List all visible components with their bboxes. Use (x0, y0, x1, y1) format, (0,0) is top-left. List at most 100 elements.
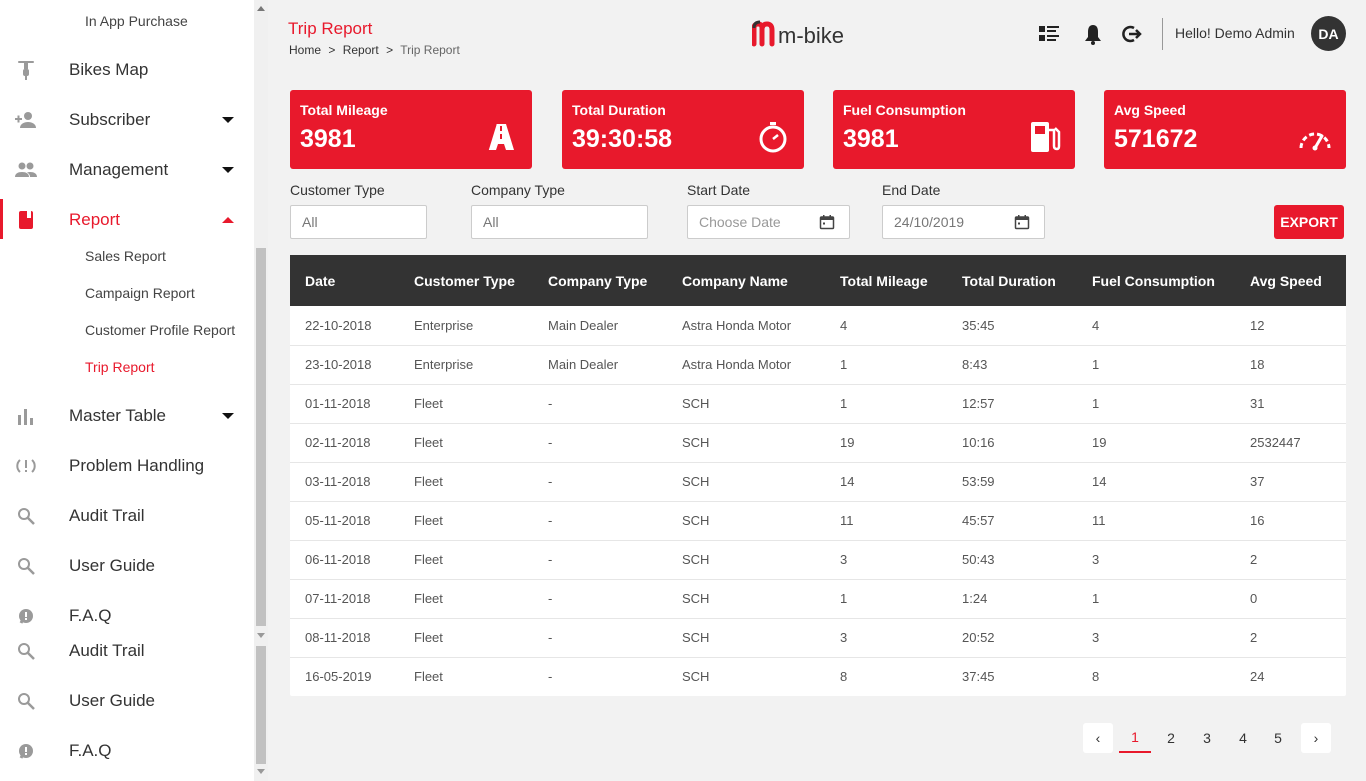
sidebar-item-subscriber[interactable]: Subscriber (0, 104, 254, 136)
pagination-page-5[interactable]: 5 (1263, 723, 1293, 753)
pagination-page-4[interactable]: 4 (1228, 723, 1258, 753)
cell-avg-speed: 37 (1235, 462, 1346, 502)
table-row[interactable]: 03-11-2018 Fleet - SCH 14 53:59 14 37 (290, 462, 1346, 502)
customer-type-select[interactable] (290, 205, 427, 239)
cell-company-name: SCH (667, 384, 825, 424)
sidebar-item-faq-2[interactable]: F.A.Q (0, 735, 254, 767)
sidebar-item-management[interactable]: Management (0, 154, 254, 186)
table-row[interactable]: 16-05-2019 Fleet - SCH 8 37:45 8 24 (290, 657, 1346, 696)
pagination-page-1[interactable]: 1 (1119, 723, 1151, 753)
sidebar-subitem-trip-report[interactable]: Trip Report (85, 359, 155, 375)
cell-customer-type: Fleet (399, 540, 533, 580)
column-header-date[interactable]: Date (290, 255, 399, 306)
table-row[interactable]: 07-11-2018 Fleet - SCH 1 1:24 1 0 (290, 579, 1346, 619)
cell-company-name: SCH (667, 462, 825, 502)
start-date-input[interactable] (687, 205, 806, 239)
scrollbar-thumb[interactable] (256, 248, 266, 626)
scroll-down-arrow-icon[interactable] (257, 633, 265, 638)
sidebar-item-master-table[interactable]: Master Table (0, 400, 254, 432)
company-type-select[interactable] (471, 205, 648, 239)
sidebar-subitem-sales-report[interactable]: Sales Report (85, 248, 166, 264)
scroll-down-arrow-icon[interactable] (257, 769, 265, 774)
sidebar-item-problem-handling[interactable]: Problem Handling (0, 450, 254, 482)
table-row[interactable]: 06-11-2018 Fleet - SCH 3 50:43 3 2 (290, 540, 1346, 580)
sidebar-item-label: Master Table (69, 406, 167, 425)
cell-company-name: SCH (682, 669, 710, 685)
cell-avg-speed: 31 (1235, 384, 1346, 424)
cell-total-mileage: 14 (825, 462, 947, 502)
sidebar-scrollbar[interactable] (254, 0, 268, 781)
cell-company-name: SCH (667, 579, 825, 619)
card-total-duration: Total Duration 39:30:58 (562, 90, 804, 169)
calendar-icon (1014, 215, 1030, 230)
column-header-company-name[interactable]: Company Name (667, 255, 825, 306)
cell-date: 03-11-2018 (290, 462, 399, 502)
column-header-fuel-consumption[interactable]: Fuel Consumption (1077, 255, 1235, 306)
cell-company-type: - (533, 384, 667, 424)
pagination-prev-button[interactable]: ‹ (1083, 723, 1113, 753)
column-header-avg-speed[interactable]: Avg Speed (1235, 255, 1346, 306)
column-header-total-duration[interactable]: Total Duration (947, 255, 1077, 306)
cell-total-duration: 53:59 (947, 462, 1077, 502)
pagination-page-2[interactable]: 2 (1156, 723, 1186, 753)
cell-total-duration: 50:43 (947, 540, 1077, 580)
cell-total-mileage: 3 (825, 618, 947, 658)
breadcrumb-report[interactable]: Report (343, 43, 379, 57)
end-date-calendar-button[interactable] (1000, 205, 1045, 239)
m-bike-logo: m-bike (751, 16, 862, 56)
cell-date: 05-11-2018 (290, 501, 399, 541)
cell-date: 08-11-2018 (290, 618, 399, 658)
problem-icon (14, 454, 38, 478)
sidebar-item-faq[interactable]: F.A.Q (0, 600, 254, 632)
table-row[interactable]: 08-11-2018 Fleet - SCH 3 20:52 3 2 (290, 618, 1346, 658)
faq-icon (14, 604, 38, 628)
cell-total-duration: 20:52 (947, 618, 1077, 658)
trip-report-table: Date Customer Type Company Type Company … (290, 255, 1346, 696)
cell-company-type: - (548, 669, 553, 685)
scrollbar-thumb-lower[interactable] (256, 646, 266, 764)
start-date-calendar-button[interactable] (805, 205, 850, 239)
sidebar-subitem-in-app-purchase[interactable]: In App Purchase (85, 13, 188, 29)
sidebar-item-user-guide[interactable]: User Guide (0, 550, 254, 582)
sidebar-item-audit-trail[interactable]: Audit Trail (0, 500, 254, 532)
breadcrumb-home[interactable]: Home (289, 43, 321, 57)
table-row[interactable]: 02-11-2018 Fleet - SCH 19 10:16 19 2532447 (290, 423, 1346, 463)
column-header-total-mileage[interactable]: Total Mileage (825, 255, 947, 306)
cell-total-mileage: 11 (825, 501, 947, 541)
sidebar-subitem-customer-profile-report[interactable]: Customer Profile Report (85, 322, 235, 338)
sidebar-item-bikes-map[interactable]: Bikes Map (0, 54, 254, 86)
table-row[interactable]: 23-10-2018 Enterprise Main Dealer Astra Hon… (290, 345, 1346, 385)
avatar[interactable]: DA (1311, 16, 1346, 51)
pagination-next-button[interactable]: › (1301, 723, 1331, 753)
cell-company-name: Astra Honda Motor (667, 345, 825, 385)
table-row[interactable]: 01-11-2018 Fleet - SCH 1 12:57 1 31 (290, 384, 1346, 424)
list-view-icon[interactable] (1037, 22, 1061, 46)
cell-fuel-consumption: 1 (1077, 579, 1235, 619)
road-icon (487, 123, 514, 151)
column-header-company-type[interactable]: Company Type (533, 255, 667, 306)
column-header-customer-type[interactable]: Customer Type (399, 255, 533, 306)
logout-icon[interactable] (1119, 22, 1143, 46)
card-title: Avg Speed (1114, 102, 1186, 118)
sidebar-item-label: User Guide (69, 556, 155, 575)
table-row[interactable]: 05-11-2018 Fleet - SCH 11 45:57 11 16 (290, 501, 1346, 541)
search-icon (14, 689, 38, 713)
card-fuel-consumption: Fuel Consumption 3981 (833, 90, 1075, 169)
sidebar-item-audit-trail-2[interactable]: Audit Trail (0, 635, 254, 667)
end-date-input[interactable] (882, 205, 1001, 239)
cell-avg-speed: 2 (1235, 540, 1346, 580)
fuel-pump-icon (1031, 122, 1061, 152)
bell-icon[interactable] (1081, 22, 1105, 46)
company-type-label: Company Type (471, 182, 565, 198)
cell-company-type: - (533, 579, 667, 619)
sidebar-subitem-campaign-report[interactable]: Campaign Report (85, 285, 195, 301)
search-icon (14, 639, 38, 663)
export-button[interactable]: EXPORT (1274, 205, 1344, 239)
breadcrumb: Home > Report > Trip Report (289, 43, 460, 57)
cell-fuel-consumption: 4 (1077, 306, 1235, 346)
scroll-up-arrow-icon[interactable] (257, 6, 265, 11)
pagination-page-3[interactable]: 3 (1192, 723, 1222, 753)
sidebar-item-user-guide-2[interactable]: User Guide (0, 685, 254, 717)
sidebar-item-report[interactable]: Report (0, 204, 254, 236)
table-row[interactable]: 22-10-2018 Enterprise Main Dealer Astra Hon… (290, 306, 1346, 346)
